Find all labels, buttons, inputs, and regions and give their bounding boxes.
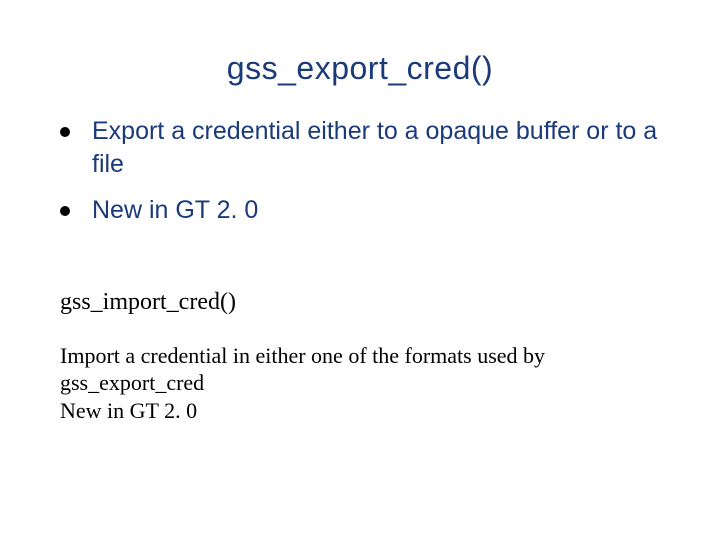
bullet-icon — [60, 206, 70, 216]
bullet-text: Export a credential either to a opaque b… — [92, 115, 660, 180]
bullet-icon — [60, 127, 70, 137]
bullet-item: New in GT 2. 0 — [60, 194, 660, 227]
bullet-item: Export a credential either to a opaque b… — [60, 115, 660, 180]
body-text: Import a credential in either one of the… — [60, 342, 660, 425]
bullet-list: Export a credential either to a opaque b… — [60, 115, 660, 227]
bullet-text: New in GT 2. 0 — [92, 194, 258, 227]
subheading: gss_import_cred() — [60, 289, 660, 316]
body-line: Import a credential in either one of the… — [60, 342, 660, 397]
slide: gss_export_cred() Export a credential ei… — [0, 0, 720, 540]
slide-title: gss_export_cred() — [0, 0, 720, 115]
lower-section: gss_import_cred() Import a credential in… — [60, 289, 660, 425]
body-line: New in GT 2. 0 — [60, 397, 660, 425]
